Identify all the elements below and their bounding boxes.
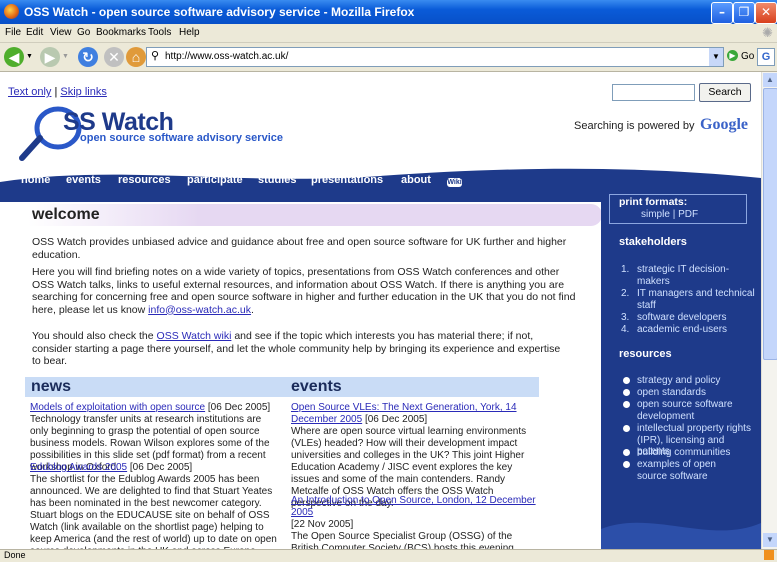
menu-tools[interactable]: Tools: [148, 27, 171, 38]
resources-heading: resources: [619, 348, 672, 360]
menu-bookmarks[interactable]: Bookmarks: [96, 27, 146, 38]
nav-home[interactable]: home: [21, 174, 50, 186]
status-text: Done: [4, 550, 26, 560]
back-dropdown-icon[interactable]: ▼: [26, 53, 33, 60]
go-icon[interactable]: ▶: [727, 50, 738, 61]
print-simple-link[interactable]: simple: [641, 209, 670, 220]
navigation-toolbar: ◀ ▼ ▶ ▼ ↻ ✕ ⌂ ⚲ http://www.oss-watch.ac.…: [0, 43, 777, 72]
news-item-title[interactable]: Edublog Awards 2005: [30, 462, 127, 473]
nav-participate[interactable]: participate: [187, 174, 243, 186]
close-button[interactable]: ✕: [755, 2, 777, 24]
top-links: Text only | Skip links: [8, 86, 107, 98]
search-input[interactable]: [612, 84, 695, 101]
bullet-icon: [623, 461, 630, 468]
welcome-para-3: You should also check the OSS Watch wiki…: [32, 330, 561, 367]
news-heading: news: [25, 377, 285, 397]
home-icon[interactable]: ⌂: [126, 47, 146, 67]
bullet-icon: [623, 449, 630, 456]
wiki-link[interactable]: OSS Watch wiki: [157, 330, 232, 342]
stakeholder-item[interactable]: software developers: [637, 312, 757, 324]
web-page: Text only | Skip links SS Watch open sou…: [0, 72, 761, 549]
back-icon[interactable]: ◀: [4, 47, 24, 67]
bullet-icon: [623, 389, 630, 396]
bullet-icon: [623, 425, 630, 432]
news-item-title[interactable]: Models of exploitation with open source: [30, 402, 205, 413]
sidebar-wave: [601, 522, 761, 549]
print-formats-heading: print formats:: [619, 196, 688, 208]
resource-item[interactable]: strategy and policy: [637, 375, 757, 387]
logo-subtitle: open source software advisory service: [80, 132, 283, 144]
forward-dropdown-icon[interactable]: ▼: [62, 53, 69, 60]
menu-go[interactable]: Go: [77, 27, 90, 38]
event-item: An Introduction to Open Source, London, …: [291, 495, 536, 549]
print-pdf-link[interactable]: PDF: [678, 209, 698, 220]
nav-events[interactable]: events: [66, 174, 101, 186]
scroll-up-icon[interactable]: ▲: [763, 73, 777, 87]
search-button[interactable]: Search: [699, 83, 751, 102]
url-text: http://www.oss-watch.ac.uk/: [165, 51, 289, 62]
nav-about[interactable]: about: [401, 174, 431, 186]
nav-studies[interactable]: studies: [258, 174, 297, 186]
minimize-button[interactable]: –: [711, 2, 733, 24]
url-bar[interactable]: ⚲ http://www.oss-watch.ac.uk/ ▼: [146, 47, 724, 67]
scrollbar-thumb[interactable]: [763, 88, 777, 360]
menu-edit[interactable]: Edit: [26, 27, 43, 38]
bullet-icon: [623, 377, 630, 384]
window-title-bar[interactable]: OSS Watch - open source software advisor…: [0, 0, 777, 24]
email-link[interactable]: info@oss-watch.ac.uk: [148, 304, 251, 316]
bullet-icon: [623, 401, 630, 408]
events-heading: events: [285, 377, 539, 397]
google-search-icon[interactable]: G: [757, 48, 775, 66]
stakeholder-item[interactable]: academic end-users: [637, 324, 757, 336]
print-formats-links: simple | PDF: [641, 209, 699, 220]
search-powered-text: Searching is powered by: [574, 120, 695, 132]
url-dropdown-icon[interactable]: ▼: [709, 48, 723, 66]
window-title: OSS Watch - open source software advisor…: [24, 5, 415, 19]
nav-wiki-icon[interactable]: Wiki: [447, 178, 462, 187]
text-only-link[interactable]: Text only: [8, 86, 51, 98]
sidebar: print formats: simple | PDF stakeholders…: [601, 194, 761, 549]
resource-item[interactable]: building communities: [637, 447, 757, 459]
vertical-scrollbar[interactable]: ▲ ▼: [761, 72, 777, 549]
stakeholder-item[interactable]: strategic IT decision-makers: [637, 264, 747, 287]
resource-item[interactable]: open standards: [637, 387, 757, 399]
go-button[interactable]: Go: [741, 51, 754, 62]
resource-item[interactable]: examples of open source software: [637, 459, 747, 482]
maximize-button[interactable]: ❐: [733, 2, 755, 24]
page-icon: ⚲: [151, 50, 160, 62]
event-item-title[interactable]: An Introduction to Open Source, London, …: [291, 495, 536, 518]
menu-help[interactable]: Help: [179, 27, 200, 38]
welcome-para-2: Here you will find briefing notes on a w…: [32, 266, 576, 316]
menu-bar: File Edit View Go Bookmarks Tools Help ✺: [0, 24, 777, 43]
rss-icon[interactable]: [764, 550, 774, 560]
stakeholders-heading: stakeholders: [619, 236, 687, 248]
event-item: Open Source VLEs: The Next Generation, Y…: [291, 402, 527, 509]
reload-icon[interactable]: ↻: [78, 47, 98, 67]
menu-view[interactable]: View: [50, 27, 72, 38]
news-item: Edublog Awards 2005 [06 Dec 2005] The sh…: [30, 462, 277, 549]
scroll-down-icon[interactable]: ▼: [763, 533, 777, 547]
stop-icon[interactable]: ✕: [104, 47, 124, 67]
resource-item[interactable]: open source software development: [637, 399, 742, 422]
nav-presentations[interactable]: presentations: [311, 174, 383, 186]
status-bar: Done: [0, 549, 777, 562]
forward-icon[interactable]: ▶: [40, 47, 60, 67]
skip-links-link[interactable]: Skip links: [60, 86, 106, 98]
throbber-icon: ✺: [762, 25, 773, 40]
top-links-separator: |: [54, 86, 58, 98]
firefox-icon: [4, 4, 19, 19]
menu-file[interactable]: File: [5, 27, 21, 38]
google-logo: Google: [700, 116, 748, 133]
welcome-heading: welcome: [28, 204, 602, 226]
nav-resources[interactable]: resources: [118, 174, 171, 186]
welcome-para-1: OSS Watch provides unbiased advice and g…: [32, 236, 567, 261]
stakeholder-item[interactable]: IT managers and technical staff: [637, 288, 757, 311]
